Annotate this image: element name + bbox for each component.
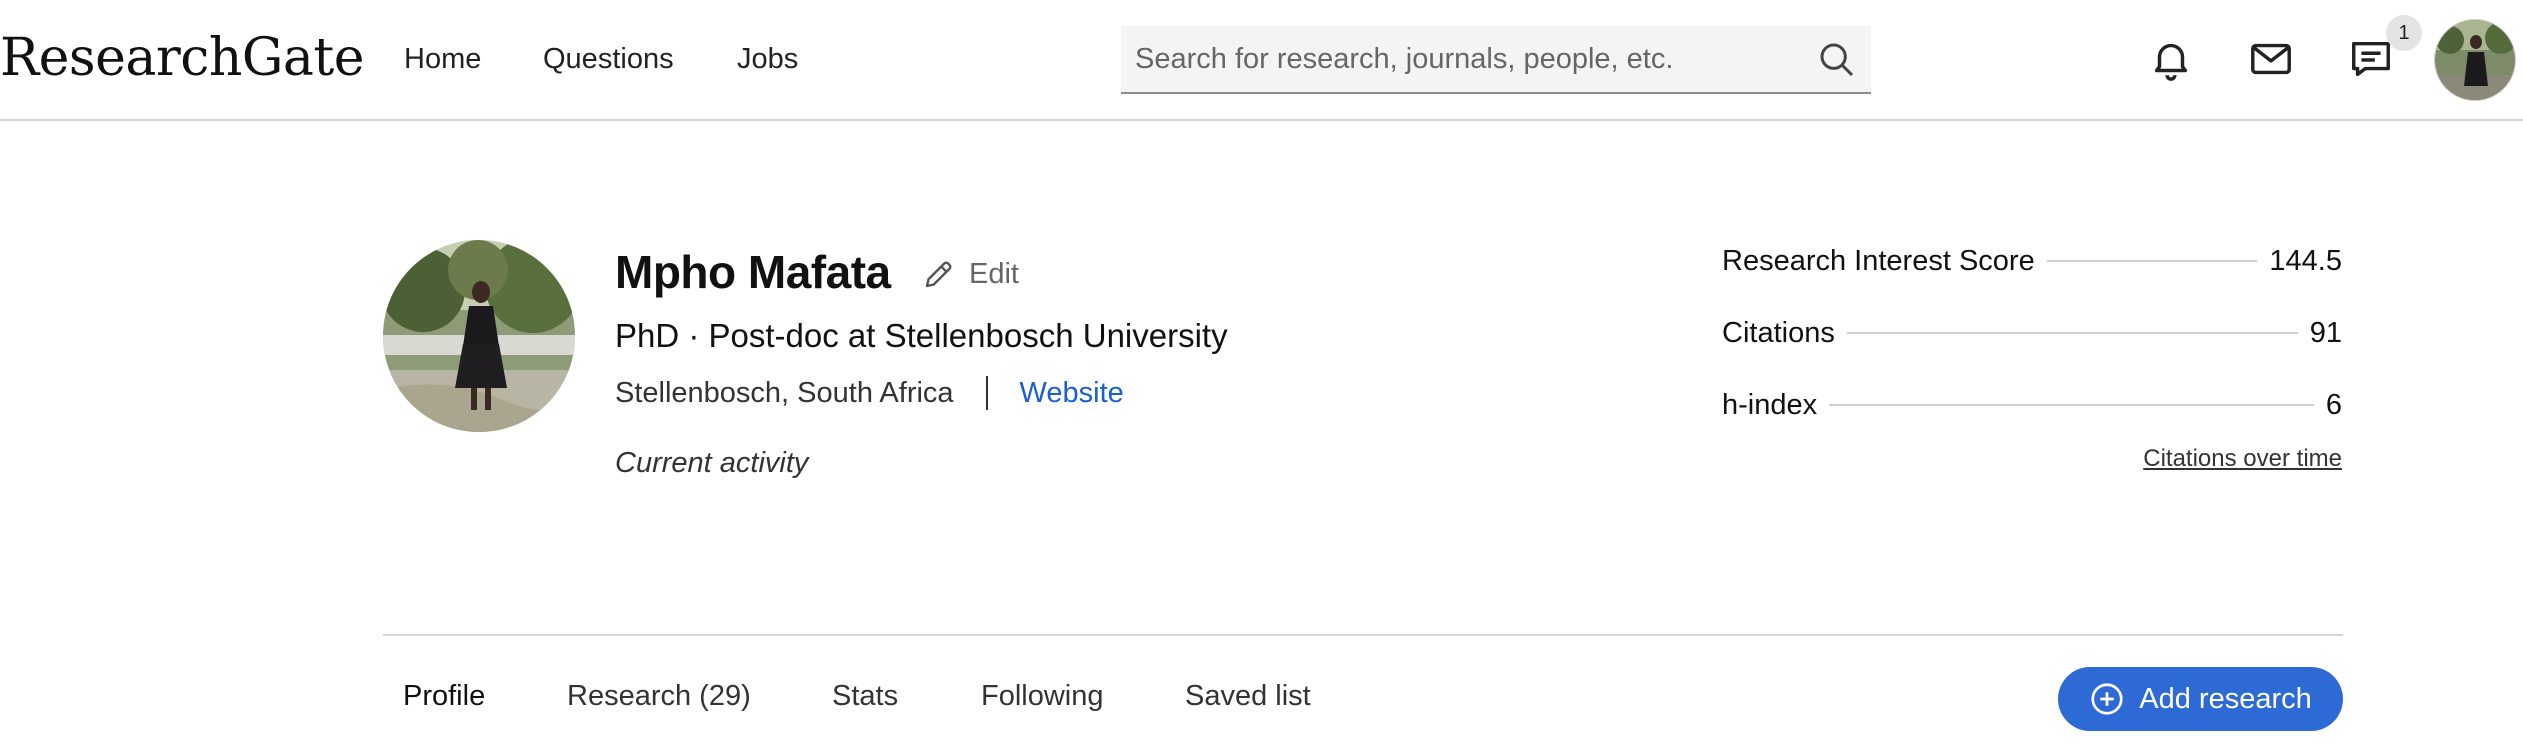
h-index-row: h-index 6 xyxy=(1722,385,2342,425)
chat-icon[interactable] xyxy=(2348,36,2394,82)
researchgate-logo[interactable]: ResearchGate xyxy=(0,28,365,88)
tab-saved-list[interactable]: Saved list xyxy=(1185,680,1311,713)
citations-value: 91 xyxy=(2309,316,2342,349)
location-text: Stellenbosch, South Africa xyxy=(615,376,954,409)
search-box xyxy=(1121,26,1871,94)
mail-icon[interactable] xyxy=(2248,36,2294,82)
top-navigation-bar: ResearchGate Home Questions Jobs 1 xyxy=(0,0,2523,121)
citations-over-time-link[interactable]: Citations over time xyxy=(2143,445,2342,473)
tab-following[interactable]: Following xyxy=(981,680,1104,713)
citations-label: Citations xyxy=(1722,316,1835,349)
tab-stats[interactable]: Stats xyxy=(832,680,898,713)
profile-name: Mpho Mafata xyxy=(615,246,891,298)
search-icon[interactable] xyxy=(1817,40,1857,80)
h-index-label: h-index xyxy=(1722,388,1818,421)
research-interest-value: 144.5 xyxy=(2269,244,2342,277)
add-research-button[interactable]: Add research xyxy=(2058,667,2343,731)
nav-questions-link[interactable]: Questions xyxy=(543,43,674,76)
degree-position: PhD · Post-doc at Stellenbosch Universit… xyxy=(615,317,1228,354)
bell-icon[interactable] xyxy=(2148,36,2194,82)
location-row: Stellenbosch, South Africa Website xyxy=(615,375,1124,411)
plus-circle-icon xyxy=(2091,683,2123,715)
section-divider xyxy=(383,634,2343,636)
separator xyxy=(985,376,988,410)
website-link[interactable]: Website xyxy=(1020,377,1124,410)
edit-profile-button[interactable]: Edit xyxy=(921,254,1019,294)
avatar-photo xyxy=(2435,20,2515,100)
stat-leader-line xyxy=(2046,260,2258,262)
user-avatar[interactable] xyxy=(2434,19,2516,101)
h-index-value: 6 xyxy=(2325,388,2342,421)
search-input[interactable] xyxy=(1135,26,1785,92)
current-activity: Current activity xyxy=(615,447,809,479)
nav-jobs-link[interactable]: Jobs xyxy=(737,43,798,76)
stat-leader-line xyxy=(1829,404,2314,406)
stat-leader-line xyxy=(1846,332,2298,334)
profile-photo-image xyxy=(383,240,575,432)
profile-photo[interactable] xyxy=(383,240,575,432)
research-interest-label: Research Interest Score xyxy=(1722,244,2035,277)
tab-research[interactable]: Research (29) xyxy=(567,680,751,713)
citations-row: Citations 91 xyxy=(1722,313,2342,353)
nav-home-link[interactable]: Home xyxy=(404,43,481,76)
add-research-label: Add research xyxy=(2139,682,2312,715)
notification-badge: 1 xyxy=(2386,15,2422,51)
research-interest-score-row: Research Interest Score 144.5 xyxy=(1722,241,2342,281)
pencil-icon xyxy=(925,261,952,288)
edit-label: Edit xyxy=(969,257,1019,290)
tab-profile[interactable]: Profile xyxy=(403,680,485,713)
